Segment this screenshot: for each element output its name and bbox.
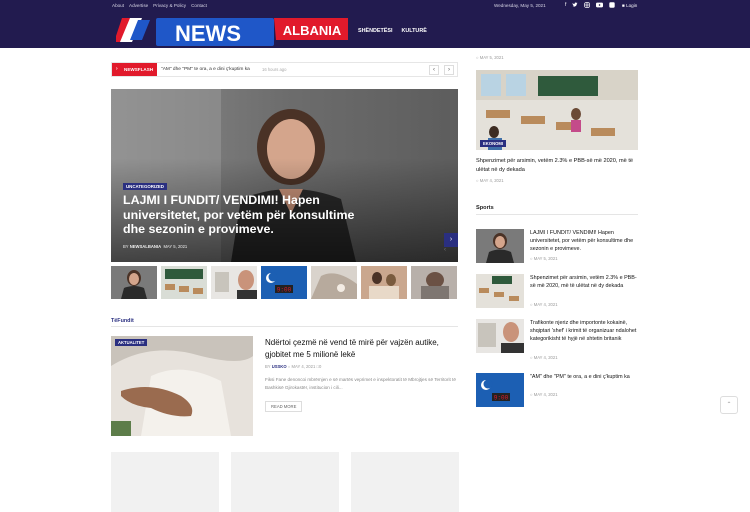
article-date: MAY 4, 2021: [291, 364, 316, 369]
top-link-privacy[interactable]: Privacy & Policy: [153, 3, 186, 8]
chevron-right-icon: ›: [449, 236, 453, 243]
scroll-to-top-button[interactable]: ⌃: [720, 396, 738, 414]
article-title[interactable]: Ndërtoi çezmë në vend të mirë për vajzën…: [265, 337, 460, 360]
newsflash-prev-button[interactable]: ‹: [429, 65, 439, 75]
top-link-advertise[interactable]: Advertise: [129, 3, 148, 8]
svg-text:9:00: 9:00: [277, 287, 292, 294]
sidebar-feature-image[interactable]: [476, 70, 638, 150]
hero-author[interactable]: NEWSALBANIA: [130, 244, 161, 249]
nav-item-shendetesi[interactable]: SHËNDETËSI: [358, 28, 392, 34]
sports-item-image[interactable]: 9:00: [476, 373, 524, 407]
placeholder-card-3: [351, 452, 459, 512]
article-excerpt: Fiksi Fane denoncoi mbrëmjen e së martës…: [265, 377, 456, 390]
sports-item-date: ○ MAY 4, 2021: [530, 355, 558, 360]
top-link-about[interactable]: About: [112, 3, 124, 8]
newsflash-label: › NEWSFLASH: [112, 63, 157, 76]
article-meta: BY USSKO ○ MAY 4, 2021 □0: [265, 364, 322, 369]
lock-icon: ■: [622, 3, 625, 8]
sports-divider: [476, 214, 638, 215]
vk-icon[interactable]: [609, 2, 616, 10]
hero-next-button[interactable]: ›: [444, 233, 458, 247]
chevron-up-icon: ⌃: [726, 402, 732, 408]
sports-item-date-text: MAY 4, 2021: [533, 302, 558, 307]
sports-item-date: ○ MAY 4, 2021: [530, 392, 558, 397]
thumbnail-3[interactable]: [211, 266, 257, 299]
sports-item-date-text: MAY 4, 2021: [533, 355, 558, 360]
newsflash-ticker: › NEWSFLASH "AM" dhe "PM" te ora, a e di…: [111, 62, 458, 77]
section-title[interactable]: TëFundit: [111, 318, 134, 324]
chevron-left-icon: ‹: [433, 67, 435, 73]
article-comments[interactable]: 0: [319, 364, 321, 369]
logo-country: ALBANIA: [283, 23, 342, 38]
sports-item-image[interactable]: [476, 319, 524, 353]
sidebar-top-date: ○ MAY 5, 2021: [476, 55, 504, 60]
sidebar-feature-title[interactable]: Shpenzimet për arsimin, vetëm 2.3% e PBB…: [476, 157, 638, 174]
newsflash-next-button[interactable]: ›: [444, 65, 454, 75]
hero-category-badge[interactable]: UNCATEGORIZED: [123, 183, 167, 190]
sports-item-date-text: MAY 4, 2021: [533, 392, 558, 397]
top-links: About Advertise Privacy & Policy Contact: [112, 3, 207, 8]
sports-item-date-text: MAY 5, 2021: [533, 256, 558, 261]
placeholder-card-2: [231, 452, 339, 512]
site-logo[interactable]: NEWS ALBANIA: [114, 16, 348, 48]
thumbnail-4[interactable]: 9:00: [261, 266, 307, 299]
hero-meta: BY NEWSALBANIA MAY 5, 2021: [123, 244, 188, 249]
sports-item-title[interactable]: Trafikonte njeriz dhe importonte kokainë…: [530, 319, 640, 344]
hero-prev-button[interactable]: ‹: [444, 247, 446, 253]
logo-word: NEWS: [175, 21, 241, 46]
article-image[interactable]: [111, 336, 253, 436]
sidebar-top-date-text: MAY 5, 2021: [479, 55, 504, 60]
sports-item-image[interactable]: [476, 229, 524, 263]
article-category-badge[interactable]: AKTUALITET: [115, 339, 148, 346]
newsflash-headline[interactable]: "AM" dhe "PM" te ora, a e dini ç'kuptim …: [161, 67, 250, 72]
placeholder-card-1: [111, 452, 219, 512]
current-date: Wednesday, May 5, 2021: [494, 3, 546, 8]
top-bar: About Advertise Privacy & Policy Contact…: [0, 0, 750, 14]
section-divider: [111, 326, 458, 327]
chevron-right-icon: ›: [448, 67, 450, 73]
top-link-contact[interactable]: Contact: [191, 3, 207, 8]
main-nav: SHËNDETËSI KULTURË: [358, 28, 427, 34]
svg-text:9:00: 9:00: [494, 395, 509, 402]
login-link[interactable]: ■ Login: [622, 3, 637, 8]
flash-icon: ›: [116, 66, 118, 72]
chevron-left-icon: ‹: [444, 247, 446, 253]
thumbnail-1[interactable]: [111, 266, 157, 299]
sports-section-title[interactable]: Sports: [476, 205, 494, 211]
instagram-icon[interactable]: [584, 2, 591, 10]
read-more-button[interactable]: READ MORE: [265, 401, 303, 412]
sports-item-title[interactable]: LAJMI I FUNDIT/ VENDIMI! Hapen universit…: [530, 229, 640, 254]
hero-thumbnails: 9:00: [111, 266, 458, 299]
youtube-icon[interactable]: [596, 2, 604, 10]
thumbnail-7[interactable]: [411, 266, 457, 299]
hero-date: MAY 5, 2021: [163, 244, 188, 249]
sports-item-date: ○ MAY 4, 2021: [530, 302, 558, 307]
facebook-icon[interactable]: f: [565, 2, 566, 10]
newsflash-time: 16 hours ago: [262, 67, 287, 72]
sports-item-title[interactable]: "AM" dhe "PM" te ora, a e dini ç'kuptim …: [530, 373, 640, 381]
twitter-icon[interactable]: [572, 2, 579, 10]
article-author[interactable]: USSKO: [272, 364, 287, 369]
thumbnail-5[interactable]: [311, 266, 357, 299]
sidebar-feature-badge[interactable]: EKONOMI: [480, 140, 507, 147]
hero-title[interactable]: LAJMI I FUNDIT/ VENDIMI! Hapen universit…: [123, 193, 363, 237]
sports-item-date: ○ MAY 5, 2021: [530, 256, 558, 261]
nav-item-kulture[interactable]: KULTURË: [401, 28, 426, 34]
sports-item-title[interactable]: Shpenzimet për arsimin, vetëm 2.3% e PBB…: [530, 274, 640, 290]
login-label: Login: [626, 3, 638, 8]
newsflash-label-text: NEWSFLASH: [124, 67, 154, 72]
sports-item-image[interactable]: [476, 274, 524, 308]
sidebar-feature-date-text: MAY 4, 2021: [479, 178, 504, 183]
thumbnail-6[interactable]: [361, 266, 407, 299]
sidebar-feature-date: ○ MAY 4, 2021: [476, 178, 504, 183]
thumbnail-2[interactable]: [161, 266, 207, 299]
social-links: f: [565, 2, 616, 10]
